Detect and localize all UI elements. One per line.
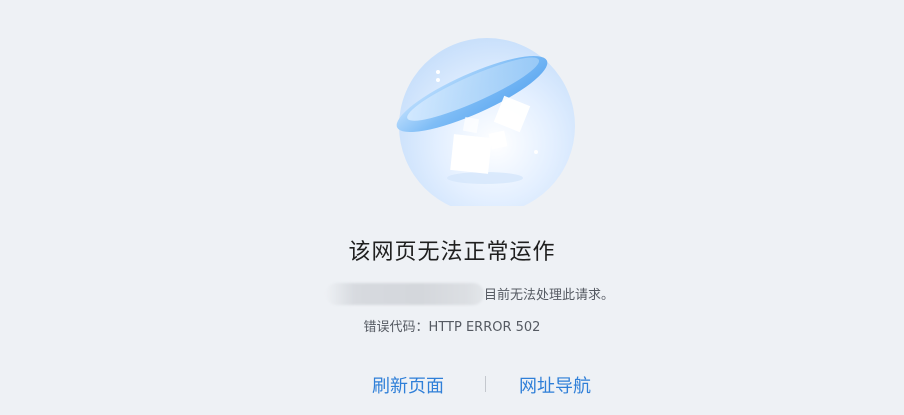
page-title: 该网页无法正常运作	[348, 240, 556, 265]
divider	[485, 376, 486, 392]
blurred-hostname	[326, 283, 484, 305]
planet-error-illustration	[396, 38, 575, 206]
error-page: 该网页无法正常运作 目前无法处理此请求。 错误代码：HTTP ERROR 502…	[0, 0, 904, 415]
error-code: 错误代码：HTTP ERROR 502	[363, 320, 541, 335]
description-text: 目前无法处理此请求。	[484, 288, 615, 303]
error-description: 目前无法处理此请求。	[0, 282, 904, 305]
refresh-page-link[interactable]: 刷新页面	[372, 372, 444, 398]
action-links: 刷新页面 网址导航	[0, 372, 904, 400]
url-navigation-link[interactable]: 网址导航	[519, 372, 591, 398]
